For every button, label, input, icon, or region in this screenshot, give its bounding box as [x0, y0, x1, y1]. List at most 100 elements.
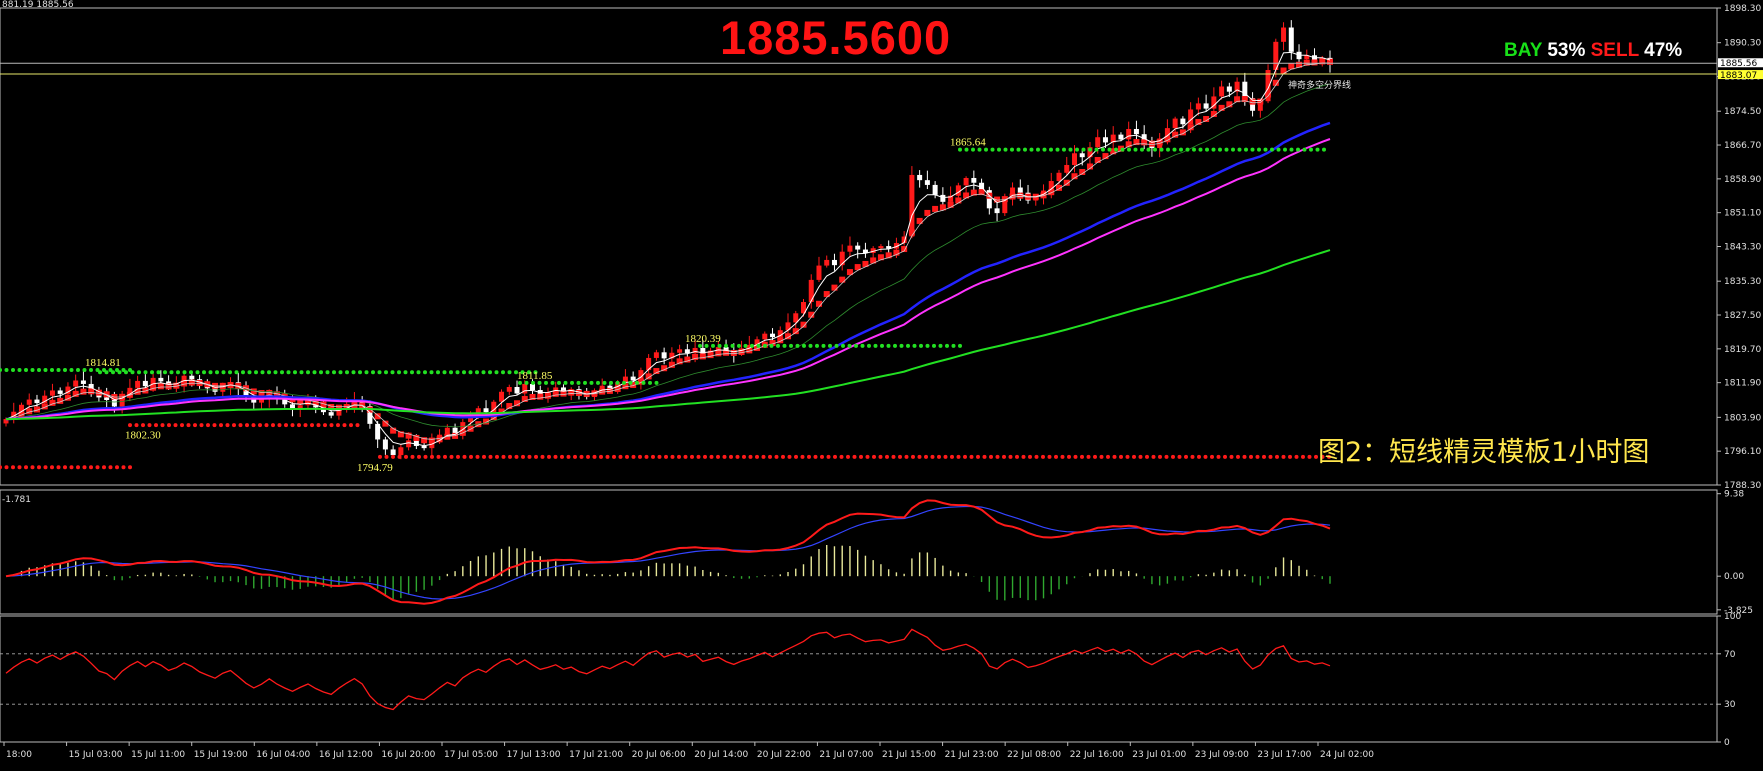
resistance-dots-2-dot	[98, 370, 102, 375]
support-dots-2-dot	[297, 423, 301, 428]
price-annotation: 1865.64	[950, 137, 986, 149]
resistance-dots-5-dot	[1296, 147, 1300, 152]
candle-body	[1195, 103, 1201, 110]
support-dots-3-dot	[1125, 454, 1130, 459]
time-tick-label: 15 Jul 03:00	[69, 750, 123, 760]
rsi-tick-label: 100	[1724, 612, 1741, 622]
resistance-dots-5-dot	[1016, 147, 1021, 152]
candle-body	[34, 399, 40, 404]
support-dots-3-dot	[378, 454, 382, 459]
support-dots-3-dot	[625, 454, 629, 459]
support-dots-2-dot	[173, 423, 178, 428]
time-tick-label: 21 Jul 15:00	[882, 750, 936, 760]
trend-band-block	[707, 352, 714, 359]
candle-body	[1281, 27, 1287, 42]
candle-body	[963, 177, 969, 186]
support-dots-3-dot	[709, 454, 714, 459]
trend-band-block	[1257, 98, 1264, 105]
trend-band-block	[1141, 139, 1148, 146]
support-dots-3-dot	[911, 454, 915, 459]
support-dots-3-dot	[982, 454, 987, 459]
support-dots-2-dot	[193, 423, 197, 428]
resistance-dots-2-dot	[130, 370, 135, 375]
support-dots-1-dot	[11, 465, 15, 470]
support-dots-1-dot	[102, 465, 106, 470]
support-dots-3-dot	[748, 454, 753, 459]
time-tick-label: 16 Jul 12:00	[319, 750, 373, 760]
candle-body	[909, 174, 915, 237]
support-dots-3-dot	[930, 454, 935, 459]
resistance-dots-1-dot	[63, 368, 67, 373]
support-dots-1-dot	[43, 465, 48, 470]
candle-body	[661, 352, 667, 359]
support-dots-1-dot	[37, 465, 41, 470]
resistance-dots-4-dot	[834, 343, 839, 348]
support-dots-3-dot	[657, 454, 662, 459]
candle-body	[630, 376, 636, 381]
ma-magenta-line	[5, 138, 1331, 421]
candle-body	[762, 333, 768, 340]
support-dots-3-dot	[781, 454, 785, 459]
candle-body	[847, 245, 853, 252]
candle-body	[1071, 153, 1077, 165]
candle-body	[1203, 103, 1209, 109]
trend-band-block	[699, 353, 706, 360]
resistance-dots-4-dot	[893, 343, 897, 348]
resistance-dots-5-dot	[1309, 147, 1313, 152]
support-dots-3-dot	[729, 454, 733, 459]
candle-body	[677, 349, 683, 353]
macd-value-label: -1.781	[2, 495, 32, 505]
support-dots-3-dot	[1236, 454, 1240, 459]
resistance-dots-2-dot	[195, 370, 200, 375]
resistance-dots-5-dot	[1166, 147, 1170, 152]
resistance-dots-2-dot	[345, 370, 349, 375]
resistance-dots-5-dot	[1205, 147, 1209, 152]
resistance-dots-2-dot	[468, 370, 473, 375]
support-dots-3-dot	[618, 454, 623, 459]
time-tick-label: 22 Jul 16:00	[1070, 750, 1124, 760]
resistance-dots-2-dot	[488, 370, 492, 375]
resistance-dots-4-dot	[925, 343, 930, 348]
support-dots-3-dot	[436, 454, 441, 459]
candle-body	[1242, 81, 1248, 99]
support-dots-3-dot	[1138, 454, 1143, 459]
resistance-dots-3-dot	[576, 380, 581, 385]
trend-band-block	[1017, 192, 1024, 199]
support-dots-2-dot	[264, 423, 269, 428]
time-tick-label: 17 Jul 05:00	[444, 750, 498, 760]
resistance-dots-2-dot	[280, 370, 284, 375]
resistance-dots-2-dot	[475, 370, 479, 375]
ma-blue-line	[5, 121, 1331, 421]
support-dots-3-dot	[1307, 454, 1312, 459]
support-dots-1-dot	[4, 465, 9, 470]
price-tick-label: 1835.30	[1724, 277, 1761, 287]
support-dots-2-dot	[290, 423, 295, 428]
support-dots-3-dot	[651, 454, 655, 459]
resistance-dots-5-dot	[1257, 147, 1261, 152]
support-dots-3-dot	[878, 454, 883, 459]
resistance-dots-4-dot	[854, 343, 858, 348]
support-dots-3-dot	[1028, 454, 1032, 459]
rsi-tick-label: 70	[1724, 650, 1736, 660]
candle-body	[135, 380, 141, 388]
support-dots-3-dot	[397, 454, 402, 459]
support-dots-3-dot	[1301, 454, 1305, 459]
candle-body	[1056, 172, 1062, 182]
candle-body	[514, 386, 520, 394]
resistance-dots-1-dot	[0, 368, 2, 373]
resistance-dots-4-dot	[867, 343, 871, 348]
candle-body	[994, 208, 1000, 214]
support-dots-3-dot	[1197, 454, 1201, 459]
support-dots-2-dot	[147, 423, 152, 428]
resistance-dots-5-dot	[1244, 147, 1248, 152]
support-dots-3-dot	[1210, 454, 1214, 459]
resistance-dots-1-dot	[11, 368, 15, 373]
resistance-dots-2-dot	[228, 370, 232, 375]
resistance-dots-2-dot	[241, 370, 245, 375]
resistance-dots-1-dot	[76, 368, 80, 373]
resistance-dots-5-dot	[1107, 147, 1112, 152]
candle-body	[971, 177, 977, 183]
resistance-dots-5-dot	[1081, 147, 1086, 152]
resistance-dots-5-dot	[1133, 147, 1138, 152]
support-dots-3-dot	[846, 454, 850, 459]
